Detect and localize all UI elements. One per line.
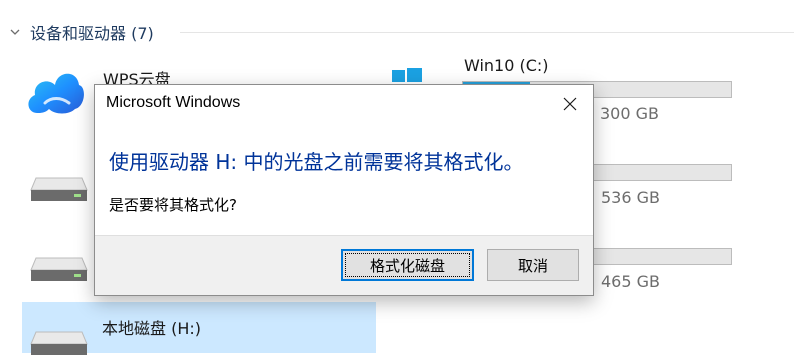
close-icon [563,97,577,111]
hard-drive-icon [30,177,88,201]
dialog-question: 是否要将其格式化? [109,196,237,214]
format-disk-button[interactable]: 格式化磁盘 [341,249,474,281]
drive-free-space: 300 GB [600,104,659,123]
hard-drive-icon [30,331,88,355]
chevron-down-icon [10,29,20,35]
section-title: 设备和驱动器 (7) [30,24,154,43]
devices-section-header[interactable]: 设备和驱动器 (7) [10,20,154,44]
dialog-footer: 格式化磁盘 取消 [95,235,593,295]
drive-label: Win10 (C:) [464,56,549,75]
dialog-main-instruction: 使用驱动器 H: 中的光盘之前需要将其格式化。 [109,150,524,174]
format-disk-dialog: Microsoft Windows 使用驱动器 H: 中的光盘之前需要将其格式化… [94,84,594,296]
cloud-icon [28,73,84,114]
drive-free-space: 465 GB [601,272,660,291]
close-button[interactable] [547,85,593,123]
section-divider [180,32,794,33]
drive-free-space: 536 GB [601,188,660,207]
dialog-title: Microsoft Windows [106,94,241,111]
drive-label: 本地磁盘 (H:) [102,319,201,338]
hard-drive-icon [30,257,88,281]
drive-h[interactable]: 本地磁盘 (H:) [22,302,376,355]
cancel-button[interactable]: 取消 [487,249,579,281]
